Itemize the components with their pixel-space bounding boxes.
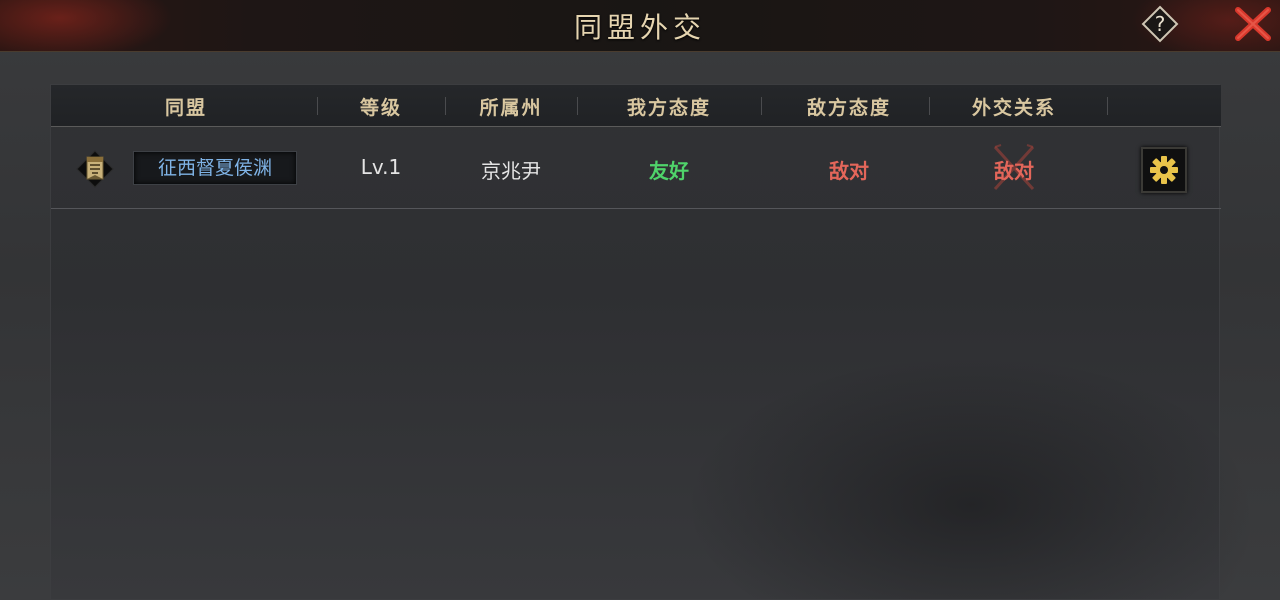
alliance-settings-button[interactable]: [1141, 147, 1187, 193]
alliance-state: 京兆尹: [481, 159, 541, 183]
gear-icon: [1150, 156, 1178, 184]
header-enemy-attitude: 敌方态度: [806, 97, 891, 119]
title-bar: 同盟外交 ?: [0, 0, 1280, 52]
close-button[interactable]: [1232, 4, 1274, 44]
header-relation: 外交关系: [971, 97, 1056, 119]
enemy-attitude-value: 敌对: [829, 159, 869, 183]
header-divider: [761, 97, 762, 115]
alliance-name[interactable]: 征西督夏侯渊: [133, 151, 297, 185]
header-divider: [1107, 97, 1108, 115]
table-row[interactable]: 征西督夏侯渊 Lv.1 京兆尹 友好 敌对 敌对: [51, 127, 1221, 209]
table-header: 同盟 等级 所属州 我方态度 敌方态度 外交关系: [51, 85, 1221, 127]
header-divider: [577, 97, 578, 115]
alliance-level: Lv.1: [360, 155, 402, 179]
alliance-banner-icon: [75, 149, 115, 189]
close-x-icon: [1235, 7, 1271, 41]
svg-text:?: ?: [1155, 12, 1166, 36]
header-alliance: 同盟: [164, 97, 207, 119]
help-button[interactable]: ?: [1140, 4, 1180, 44]
window-title: 同盟外交: [573, 11, 706, 44]
our-attitude-value: 友好: [649, 159, 689, 183]
header-divider: [929, 97, 930, 115]
question-mark-icon: ?: [1141, 5, 1179, 43]
header-divider: [317, 97, 318, 115]
header-our-attitude: 我方态度: [626, 97, 711, 119]
header-state: 所属州: [479, 97, 543, 119]
header-level: 等级: [359, 97, 402, 119]
header-divider: [445, 97, 446, 115]
diplomacy-panel: 同盟 等级 所属州 我方态度 敌方态度 外交关系 征西督夏侯渊 Lv.1 京兆尹…: [50, 84, 1221, 600]
relation-value: 敌对: [994, 159, 1034, 183]
